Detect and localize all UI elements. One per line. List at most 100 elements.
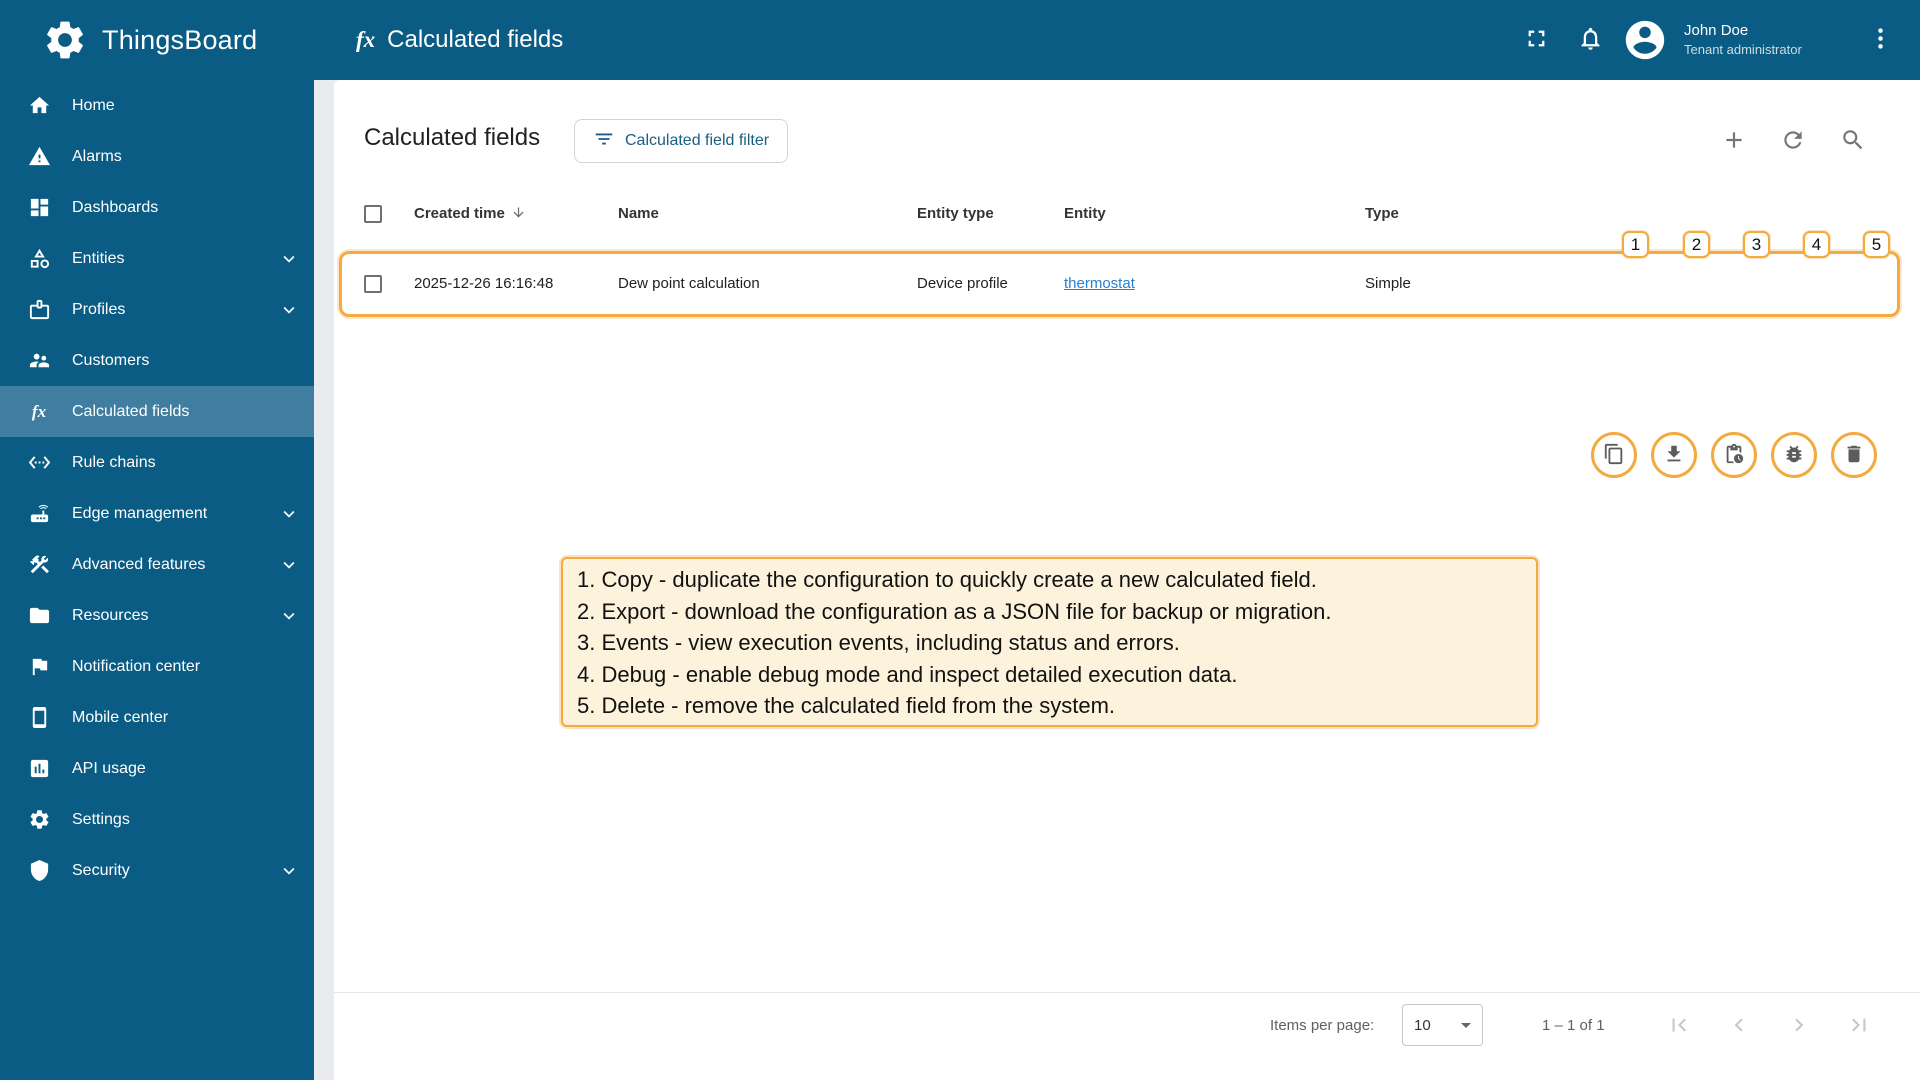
cell-type: Simple	[1365, 275, 1411, 292]
cell-entity-link[interactable]: thermostat	[1064, 251, 1135, 317]
copy-icon	[1603, 443, 1625, 468]
chevron-down-icon	[278, 860, 300, 882]
delete-button[interactable]	[1831, 432, 1877, 478]
last-page-button[interactable]	[1835, 1002, 1883, 1050]
chevron-left-icon	[1726, 1012, 1752, 1041]
sidebar-item-label: Edge management	[72, 504, 208, 522]
sidebar-item-edge-management[interactable]: Edge management	[0, 488, 314, 539]
first-page-icon	[1666, 1012, 1692, 1041]
sidebar-item-profiles[interactable]: Profiles	[0, 284, 314, 335]
paginator: Items per page: 10 1 – 1 of 1	[334, 992, 1920, 1059]
column-header-label: Created time	[414, 205, 505, 222]
notifications-button[interactable]	[1568, 18, 1612, 62]
smartphone-icon	[27, 706, 51, 730]
debug-button[interactable]	[1771, 432, 1817, 478]
sidebar-item-settings[interactable]: Settings	[0, 794, 314, 845]
chevron-down-icon	[278, 503, 300, 525]
items-per-page-select[interactable]: 10	[1402, 1004, 1483, 1046]
bug-icon	[1783, 443, 1805, 468]
annotation-number-3: 3	[1743, 231, 1770, 258]
add-calculated-field-button[interactable]	[1710, 117, 1758, 165]
events-icon	[1723, 443, 1745, 468]
row-checkbox[interactable]	[364, 275, 382, 293]
content-title: Calculated fields	[364, 124, 541, 151]
sidebar-item-label: Alarms	[72, 147, 122, 165]
sidebar-item-rule-chains[interactable]: Rule chains	[0, 437, 314, 488]
construction-icon	[27, 553, 51, 577]
chevron-down-icon	[278, 248, 300, 270]
sidebar-item-api-usage[interactable]: API usage	[0, 743, 314, 794]
more-menu-button[interactable]	[1858, 18, 1902, 62]
previous-page-button[interactable]	[1715, 1002, 1763, 1050]
next-page-button[interactable]	[1775, 1002, 1823, 1050]
trash-icon	[1843, 443, 1865, 468]
badge-icon	[27, 298, 51, 322]
column-header-entity[interactable]: Entity	[1064, 189, 1106, 239]
sidebar-item-mobile-center[interactable]: Mobile center	[0, 692, 314, 743]
warning-triangle-icon	[27, 145, 51, 169]
sidebar-item-alarms[interactable]: Alarms	[0, 131, 314, 182]
table-header: Created time Name Entity type Entity Typ…	[334, 189, 1920, 239]
brand[interactable]: ThingsBoard	[42, 0, 257, 80]
calculated-field-filter-button[interactable]: Calculated field filter	[574, 119, 789, 163]
sidebar-item-customers[interactable]: Customers	[0, 335, 314, 386]
router-icon	[27, 502, 51, 526]
sidebar-item-advanced-features[interactable]: Advanced features	[0, 539, 314, 590]
table-row[interactable]: 2025-12-26 16:16:48 Dew point calculatio…	[334, 251, 1920, 478]
sidebar-item-label: Rule chains	[72, 453, 156, 471]
rule-chains-icon	[27, 451, 51, 475]
sidebar-item-label: Security	[72, 861, 130, 879]
paginator-range-label: 1 – 1 of 1	[1542, 1017, 1605, 1034]
shield-icon	[27, 859, 51, 883]
sidebar-item-label: Customers	[72, 351, 150, 369]
page-title-text: Calculated fields	[387, 26, 564, 53]
column-header-created-time[interactable]: Created time	[414, 189, 526, 241]
cell-name: Dew point calculation	[618, 275, 760, 292]
sidebar-item-label: Profiles	[72, 300, 126, 318]
chevron-down-icon	[278, 554, 300, 576]
events-button[interactable]	[1711, 432, 1757, 478]
people-icon	[27, 349, 51, 373]
user-info[interactable]: John Doe Tenant administrator	[1684, 21, 1842, 59]
sort-desc-icon	[511, 191, 526, 241]
annotation-line: 1. Copy - duplicate the configuration to…	[577, 567, 1317, 592]
gear-icon	[27, 808, 51, 832]
page-title: fx Calculated fields	[356, 0, 563, 80]
annotation-line: 4. Debug - enable debug mode and inspect…	[577, 661, 1238, 687]
annotation-number-5: 5	[1863, 231, 1890, 258]
column-header-type[interactable]: Type	[1365, 189, 1399, 239]
select-all-checkbox[interactable]	[364, 205, 382, 223]
dashboards-grid-icon	[27, 196, 51, 220]
download-icon	[1663, 443, 1685, 468]
kebab-icon	[1867, 25, 1894, 55]
user-role: Tenant administrator	[1684, 42, 1802, 58]
refresh-button[interactable]	[1769, 117, 1817, 165]
sidebar-item-dashboards[interactable]: Dashboards	[0, 182, 314, 233]
user-name: John Doe	[1684, 22, 1749, 40]
sidebar-item-security[interactable]: Security	[0, 845, 314, 896]
user-avatar[interactable]	[1622, 17, 1668, 63]
sidebar-item-calculated-fields[interactable]: fx Calculated fields	[0, 386, 314, 437]
sidebar-item-notification-center[interactable]: Notification center	[0, 641, 314, 692]
chevron-down-icon	[278, 299, 300, 321]
items-per-page-label: Items per page:	[1270, 1017, 1375, 1034]
cell-entity-type: Device profile	[917, 275, 1008, 292]
chevron-down-icon	[278, 605, 300, 627]
sidebar-item-entities[interactable]: Entities	[0, 233, 314, 284]
fx-icon: fx	[356, 27, 376, 52]
fullscreen-button[interactable]	[1514, 18, 1558, 62]
brand-name: ThingsBoard	[102, 24, 258, 55]
export-button[interactable]	[1651, 432, 1697, 478]
sidebar-item-label: Resources	[72, 606, 149, 624]
sidebar-item-resources[interactable]: Resources	[0, 590, 314, 641]
annotation-line: 5. Delete - remove the calculated field …	[577, 693, 1116, 718]
copy-button[interactable]	[1591, 432, 1637, 478]
first-page-button[interactable]	[1655, 1002, 1703, 1050]
items-per-page-value: 10	[1414, 1016, 1431, 1034]
column-header-name[interactable]: Name	[618, 189, 659, 239]
bell-icon	[1577, 25, 1604, 55]
sidebar-item-home[interactable]: Home	[0, 80, 314, 131]
cell-created-time: 2025-12-26 16:16:48	[414, 275, 554, 292]
column-header-entity-type[interactable]: Entity type	[917, 189, 994, 239]
search-button[interactable]	[1829, 117, 1877, 165]
